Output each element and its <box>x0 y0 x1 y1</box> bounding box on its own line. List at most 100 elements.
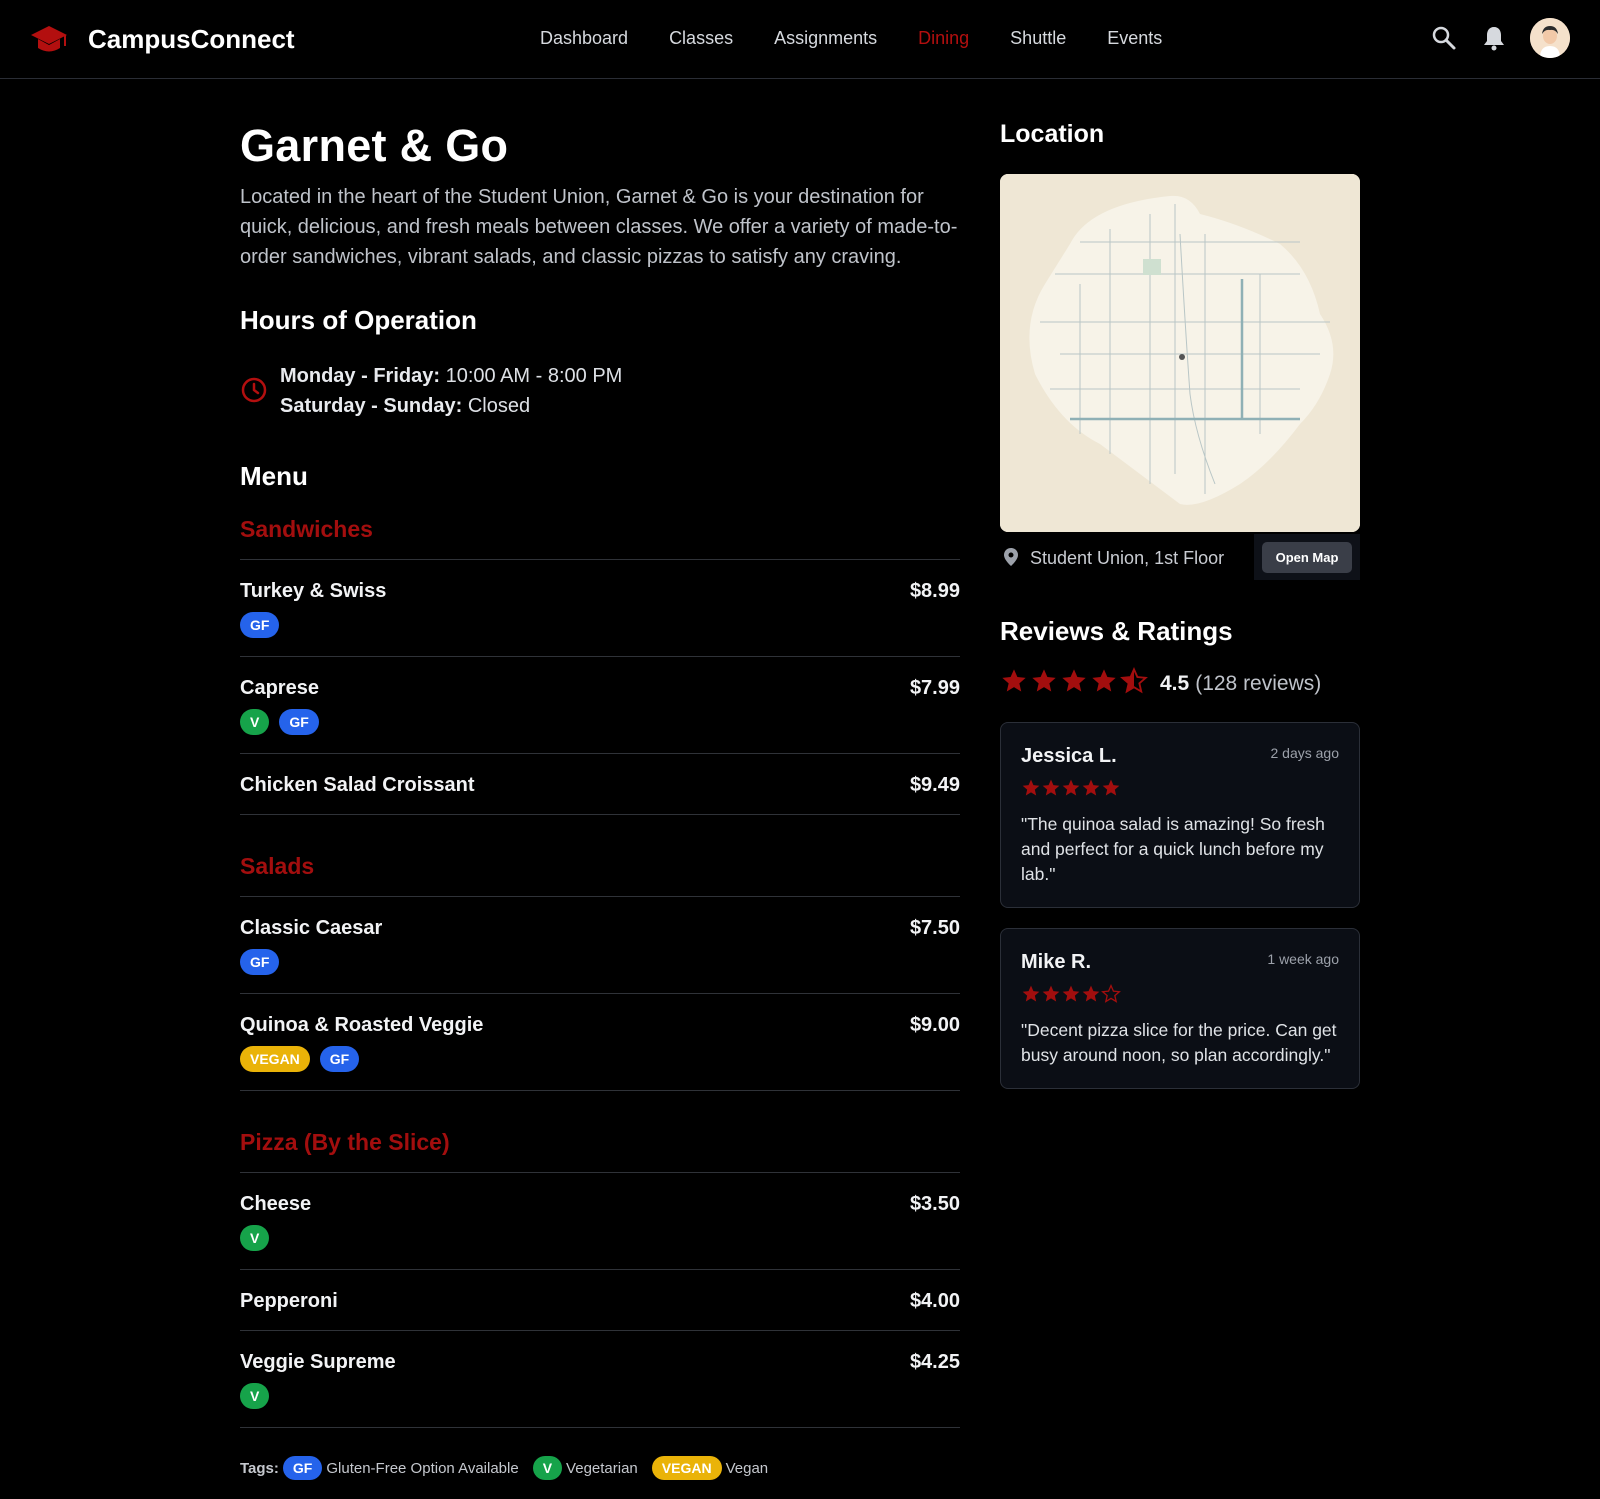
open-map-button[interactable]: Open Map <box>1261 541 1353 573</box>
tag-v: V <box>240 1225 270 1251</box>
menu-item-name: Caprese <box>240 677 319 699</box>
nav-assignments[interactable]: Assignments <box>774 28 877 49</box>
menu-item-name: Chicken Salad Croissant <box>240 774 475 796</box>
top-navigation-bar: CampusConnect Dashboard Classes Assignme… <box>0 0 1600 79</box>
review-stars <box>1021 778 1339 798</box>
sidebar: Location Student Union, 1st Floor Open M… <box>1000 120 1360 1089</box>
location-map[interactable] <box>1000 174 1360 532</box>
menu-item-name: Quinoa & Roasted Veggie <box>240 1014 484 1036</box>
star-filled-icon <box>1062 985 1080 1002</box>
menu-item[interactable]: Classic Caesar $7.50 GF <box>240 897 960 994</box>
tag-gf: GF <box>319 1046 360 1072</box>
tag-gf: GF <box>240 949 280 975</box>
star-filled-icon <box>1102 779 1120 796</box>
star-half-icon <box>1120 667 1148 694</box>
star-filled-icon <box>1062 779 1080 796</box>
tag-vegan: VEGAN <box>651 1456 722 1480</box>
reviews-heading: Reviews & Ratings <box>1000 616 1233 646</box>
tag-legend-text: Vegetarian <box>566 1459 638 1477</box>
menu-item-price: $7.99 <box>909 677 960 699</box>
tag-gf: GF <box>279 709 319 735</box>
review-time: 1 week ago <box>1267 951 1339 967</box>
brand[interactable]: CampusConnect <box>30 22 295 56</box>
hours-block: Monday - Friday: 10:00 AM - 8:00 PM Satu… <box>240 361 960 421</box>
hours-weekday: Monday - Friday: 10:00 AM - 8:00 PM <box>280 361 960 391</box>
clock-icon <box>241 377 267 403</box>
review-text: "Decent pizza slice for the price. Can g… <box>1021 1020 1337 1065</box>
review-count: (128 reviews) <box>1195 671 1322 695</box>
location-address: Student Union, 1st Floor <box>1030 548 1225 568</box>
header-actions <box>1430 18 1570 58</box>
avatar[interactable] <box>1530 18 1570 58</box>
menu-item[interactable]: Chicken Salad Croissant $9.49 <box>240 754 960 815</box>
graduation-cap-icon <box>31 26 67 52</box>
menu-heading: Menu <box>240 461 308 491</box>
menu-item[interactable]: Quinoa & Roasted Veggie $9.00 VEGAN GF <box>240 994 960 1091</box>
tag-vegan: VEGAN <box>240 1046 310 1072</box>
star-filled-icon <box>1002 669 1026 692</box>
search-icon[interactable] <box>1430 24 1458 52</box>
menu-item-price: $8.99 <box>909 580 960 602</box>
review-card: Mike R. 1 week ago "Decent pizza slice f… <box>1000 928 1360 1089</box>
menu-item-name: Cheese <box>240 1193 312 1215</box>
menu-item-name: Veggie Supreme <box>240 1351 396 1373</box>
star-filled-icon <box>1042 779 1060 796</box>
menu-item-price: $4.25 <box>909 1351 960 1373</box>
page-title: Garnet & Go <box>240 120 509 171</box>
bell-icon[interactable] <box>1480 24 1508 52</box>
star-filled-icon <box>1092 669 1116 692</box>
nav-dining[interactable]: Dining <box>918 28 969 49</box>
menu-item-name: Pepperoni <box>240 1290 338 1312</box>
menu-item[interactable]: Cheese $3.50 V <box>240 1173 960 1270</box>
venue-description: Located in the heart of the Student Unio… <box>240 186 958 268</box>
menu-category-pizza: Pizza (By the Slice) <box>240 1129 960 1173</box>
menu-item-price: $9.49 <box>909 774 960 796</box>
review-text: "The quinoa salad is amazing! So fresh a… <box>1021 814 1325 884</box>
hours-weekend: Saturday - Sunday: Closed <box>280 391 960 421</box>
nav-events[interactable]: Events <box>1107 28 1162 49</box>
star-filled-icon <box>1062 669 1086 692</box>
tag-gf: GF <box>240 612 280 638</box>
hours-weekend-value: Closed <box>462 395 531 417</box>
star-filled-icon <box>1082 985 1100 1002</box>
menu-category-salads: Salads <box>240 853 960 897</box>
user-avatar-image <box>1530 18 1570 58</box>
open-map-button-wrap: Open Map <box>1254 534 1360 580</box>
nav-classes[interactable]: Classes <box>669 28 733 49</box>
hours-weekday-label: Monday - Friday: <box>280 365 441 387</box>
main-nav: Dashboard Classes Assignments Dining Shu… <box>540 28 1203 49</box>
tag-legend-text: Vegan <box>725 1459 769 1477</box>
tag-gf: GF <box>282 1456 323 1480</box>
venue-details: Garnet & Go Located in the heart of the … <box>240 120 960 1480</box>
nav-dashboard[interactable]: Dashboard <box>540 28 628 49</box>
tag-v: V <box>532 1456 563 1480</box>
hours-heading: Hours of Operation <box>240 305 477 335</box>
menu-item-price: $9.00 <box>909 1014 960 1036</box>
tag-legend-text: Gluten-Free Option Available <box>326 1459 519 1477</box>
menu-item[interactable]: Veggie Supreme $4.25 V <box>240 1331 960 1428</box>
star-filled-icon <box>1022 779 1040 796</box>
star-filled-icon <box>1022 985 1040 1002</box>
menu-item[interactable]: Pepperoni $4.00 <box>240 1270 960 1331</box>
tag-legend-label: Tags: <box>240 1459 279 1477</box>
app-name: CampusConnect <box>88 23 295 54</box>
menu-item[interactable]: Caprese $7.99 V GF <box>240 657 960 754</box>
review-stars <box>1021 984 1339 1004</box>
star-filled-icon <box>1032 669 1056 692</box>
hours-weekend-label: Saturday - Sunday: <box>280 395 463 417</box>
tag-legend: Tags: GF Gluten-Free Option Available V … <box>240 1456 960 1480</box>
map-image <box>1000 174 1360 532</box>
menu-item-price: $4.00 <box>909 1290 960 1312</box>
review-time: 2 days ago <box>1270 745 1340 761</box>
menu-item-name: Turkey & Swiss <box>240 580 387 602</box>
review-card: Jessica L. 2 days ago "The quinoa salad … <box>1000 722 1360 908</box>
nav-shuttle[interactable]: Shuttle <box>1010 28 1066 49</box>
map-pin-icon <box>1004 548 1018 566</box>
average-rating: 4.5 (128 reviews) <box>1000 667 1360 700</box>
menu-category-sandwiches: Sandwiches <box>240 516 960 560</box>
location-heading: Location <box>1000 120 1105 148</box>
menu-item[interactable]: Turkey & Swiss $8.99 GF <box>240 560 960 657</box>
menu-item-name: Classic Caesar <box>240 917 383 939</box>
star-filled-icon <box>1042 985 1060 1002</box>
menu-item-price: $7.50 <box>909 917 960 939</box>
